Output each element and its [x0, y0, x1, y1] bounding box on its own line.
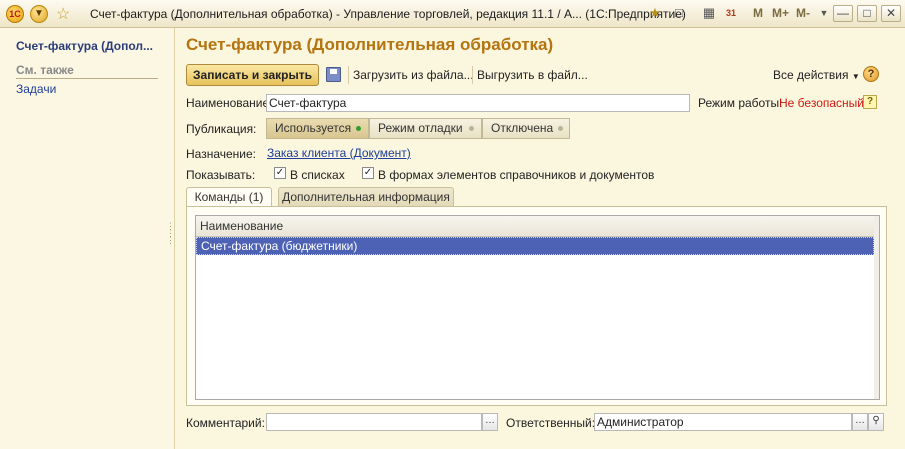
table-header-name[interactable]: Наименование [196, 216, 879, 237]
publication-option-disabled[interactable]: Отключена [482, 118, 570, 139]
memory-m-button[interactable]: M [753, 6, 763, 20]
comment-input[interactable] [266, 413, 482, 431]
table-scrollbar[interactable] [874, 216, 879, 399]
show-label: Показывать: [186, 168, 256, 182]
app-logo-icon[interactable]: 1С [6, 5, 24, 23]
name-input[interactable]: Счет-фактура [266, 94, 690, 112]
window-titlebar: 1С ▼ ☆ Счет-фактура (Дополнительная обра… [0, 0, 905, 28]
memory-m-plus-button[interactable]: M+ [772, 6, 789, 20]
panel-resize-grip-icon[interactable]: ⋮ ⋮ ⋮ [166, 222, 175, 245]
chevron-down-icon: ▼ [851, 72, 860, 81]
toolbar-separator [472, 66, 473, 84]
publication-option-debug[interactable]: Режим отладки [369, 118, 482, 139]
form-area: Счет-фактура (Дополнительная обработка) … [176, 28, 905, 449]
save-icon[interactable] [326, 67, 341, 82]
responsible-select-button[interactable]: … [852, 413, 868, 431]
show-in-lists-label[interactable]: В списках [290, 168, 345, 182]
close-icon[interactable]: ✕ [881, 5, 901, 22]
publication-option-used[interactable]: Используется [266, 118, 369, 139]
save-and-close-button[interactable]: Записать и закрыть [186, 64, 319, 86]
comment-label: Комментарий: [186, 416, 265, 430]
search-icon[interactable]: ⚲ [868, 413, 884, 431]
mode-label: Режим работы: [698, 96, 783, 110]
navigation-panel: Счет-фактура (Допол... См. также Задачи … [0, 28, 175, 449]
page-title: Счет-фактура (Дополнительная обработка) [186, 35, 554, 54]
table-row[interactable]: Счет-фактура (бюджетники) [196, 237, 874, 255]
help-icon[interactable]: ? [863, 66, 879, 82]
more-chevron-icon[interactable]: ▼ [815, 4, 833, 22]
calendar-icon[interactable]: 31 [722, 4, 740, 22]
show-in-forms-checkbox[interactable]: ✓ [362, 167, 374, 179]
show-in-lists-checkbox[interactable]: ✓ [274, 167, 286, 179]
status-dot-icon [558, 126, 563, 131]
see-also-section: См. также [16, 63, 158, 79]
calculator-icon[interactable]: ▦ [700, 4, 718, 22]
mode-help-icon[interactable]: ? [863, 95, 877, 109]
purpose-link[interactable]: Заказ клиента (Документ) [267, 146, 411, 160]
show-in-forms-label[interactable]: В формах элементов справочников и докуме… [378, 168, 654, 182]
commands-table[interactable]: Наименование Счет-фактура (бюджетники) [195, 215, 880, 400]
sidebar-item-tasks[interactable]: Задачи [16, 82, 56, 96]
favorites-star-icon[interactable]: ☆ [56, 4, 70, 24]
maximize-icon[interactable]: □ [857, 5, 877, 22]
toolbar-separator [348, 66, 349, 84]
all-actions-label: Все действия [773, 68, 849, 82]
unload-to-file-button[interactable]: Выгрузить в файл... [477, 68, 588, 82]
publication-option-label: Отключена [491, 121, 554, 135]
responsible-input[interactable]: Администратор [594, 413, 852, 431]
main-menu-chevron-icon[interactable]: ▼ [30, 5, 48, 23]
active-status-dot-icon [356, 126, 361, 131]
responsible-label: Ответственный: [506, 416, 596, 430]
publication-label: Публикация: [186, 122, 257, 136]
bookmark-icon[interactable]: □ [670, 4, 688, 22]
window-title: Счет-фактура (Дополнительная обработка) … [90, 7, 686, 21]
all-actions-menu[interactable]: Все действия ▼ [773, 68, 860, 82]
mode-value: Не безопасный [779, 96, 864, 110]
memory-m-minus-button[interactable]: M- [796, 6, 810, 20]
comment-select-button[interactable]: … [482, 413, 498, 431]
tab-additional-info[interactable]: Дополнительная информация [278, 187, 454, 206]
status-dot-icon [469, 126, 474, 131]
tab-panel-commands: Наименование Счет-фактура (бюджетники) [186, 206, 887, 406]
publication-option-label: Режим отладки [378, 121, 463, 135]
load-from-file-button[interactable]: Загрузить из файла... [353, 68, 474, 82]
purpose-label: Назначение: [186, 147, 257, 161]
add-favorite-star-icon[interactable]: ★ [646, 4, 664, 22]
tab-commands[interactable]: Команды (1) [186, 187, 272, 206]
minimize-icon[interactable]: — [833, 5, 853, 22]
sidebar-title[interactable]: Счет-фактура (Допол... [16, 39, 153, 53]
name-label: Наименование: [186, 96, 273, 110]
publication-option-label: Используется [275, 121, 352, 135]
